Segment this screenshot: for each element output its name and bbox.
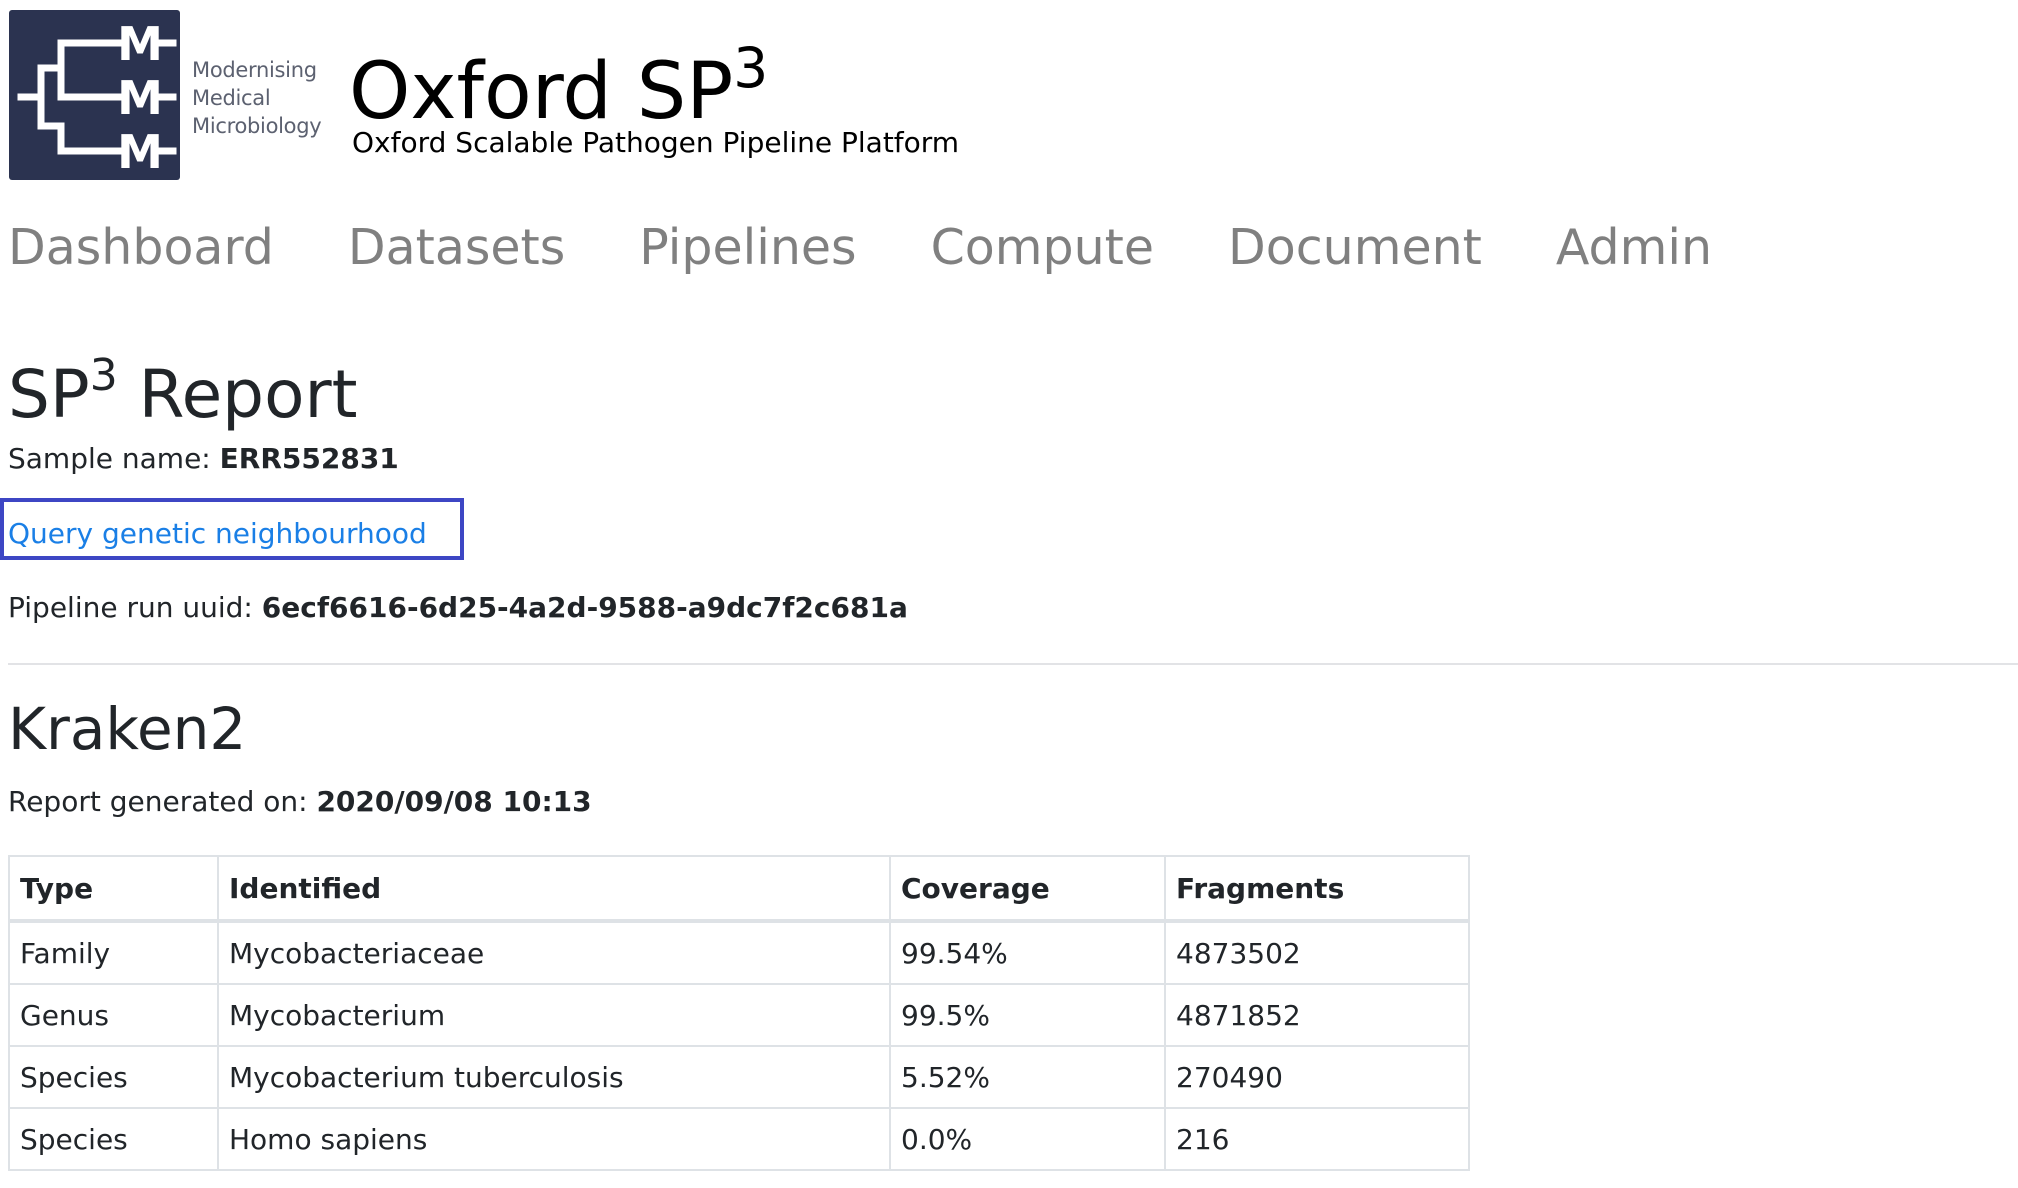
nav-admin[interactable]: Admin xyxy=(1556,218,1712,278)
section-divider xyxy=(8,663,2018,665)
report-generated-line: Report generated on: 2020/09/08 10:13 xyxy=(8,784,592,820)
site-title-sup: 3 xyxy=(733,36,769,100)
table-row: Species Homo sapiens 0.0% 216 xyxy=(8,1107,1470,1171)
cell-identified: Mycobacterium xyxy=(217,983,891,1047)
cell-fragments: 4871852 xyxy=(1164,983,1470,1047)
report-generated-value: 2020/09/08 10:13 xyxy=(316,785,592,818)
report-title-main: SP xyxy=(8,356,90,433)
logo-letter-m-1: M xyxy=(117,17,163,71)
cell-type: Species xyxy=(8,1107,219,1171)
logo-wordmark: Modernising Medical Microbiology xyxy=(192,56,322,140)
report-generated-label: Report generated on: xyxy=(8,785,317,818)
nav-datasets[interactable]: Datasets xyxy=(348,218,565,278)
table-row: Genus Mycobacterium 99.5% 4871852 xyxy=(8,983,1470,1047)
pipeline-uuid-value: 6ecf6616-6d25-4a2d-9588-a9dc7f2c681a xyxy=(261,591,908,624)
mmm-logo-mark: M M M xyxy=(17,17,177,179)
logo-letter-m-2: M xyxy=(117,71,163,125)
logo-line-2: Medical xyxy=(192,86,271,110)
cell-fragments: 216 xyxy=(1164,1107,1470,1171)
query-genetic-neighbourhood-link[interactable]: Query genetic neighbourhood xyxy=(8,516,427,552)
pipeline-uuid-line: Pipeline run uuid: 6ecf6616-6d25-4a2d-95… xyxy=(8,590,908,626)
report-title-rest: Report xyxy=(117,356,358,433)
cell-coverage: 5.52% xyxy=(889,1045,1166,1109)
column-header-type: Type xyxy=(8,855,219,923)
report-title: SP3 Report xyxy=(8,340,357,435)
nav-compute[interactable]: Compute xyxy=(931,218,1154,278)
sample-name-line: Sample name: ERR552831 xyxy=(8,441,399,477)
cell-identified: Homo sapiens xyxy=(217,1107,891,1171)
report-title-sup: 3 xyxy=(89,350,118,401)
cell-coverage: 99.54% xyxy=(889,920,1166,985)
cell-coverage: 0.0% xyxy=(889,1107,1166,1171)
table-row: Family Mycobacteriaceae 99.54% 4873502 xyxy=(8,920,1470,985)
kraken2-title: Kraken2 xyxy=(8,695,247,763)
sample-name-value: ERR552831 xyxy=(219,442,399,475)
site-title: Oxford SP3 xyxy=(349,22,768,142)
nav-pipelines[interactable]: Pipelines xyxy=(639,218,856,278)
kraken2-table: Type Identified Coverage Fragments Famil… xyxy=(8,855,1470,1171)
logo-line-1: Modernising xyxy=(192,58,317,82)
table-row: Species Mycobacterium tuberculosis 5.52%… xyxy=(8,1045,1470,1109)
table-header-row: Type Identified Coverage Fragments xyxy=(8,855,1470,923)
mmm-logo: M M M xyxy=(9,10,180,180)
logo-line-3: Microbiology xyxy=(192,114,322,138)
cell-fragments: 270490 xyxy=(1164,1045,1470,1109)
cell-identified: Mycobacterium tuberculosis xyxy=(217,1045,891,1109)
site-title-main: Oxford SP xyxy=(349,47,734,137)
pipeline-uuid-label: Pipeline run uuid: xyxy=(8,591,262,624)
cell-type: Family xyxy=(8,920,219,985)
nav-document[interactable]: Document xyxy=(1228,218,1482,278)
cell-identified: Mycobacteriaceae xyxy=(217,920,891,985)
site-subtitle: Oxford Scalable Pathogen Pipeline Platfo… xyxy=(352,126,960,159)
logo-letter-m-3: M xyxy=(117,125,163,179)
cell-type: Genus xyxy=(8,983,219,1047)
cell-fragments: 4873502 xyxy=(1164,920,1470,985)
column-header-fragments: Fragments xyxy=(1164,855,1470,923)
nav-dashboard[interactable]: Dashboard xyxy=(8,218,274,278)
column-header-coverage: Coverage xyxy=(889,855,1166,923)
column-header-identified: Identified xyxy=(217,855,891,923)
sample-name-label: Sample name: xyxy=(8,442,220,475)
cell-type: Species xyxy=(8,1045,219,1109)
main-nav: Dashboard Datasets Pipelines Compute Doc… xyxy=(8,218,1786,278)
cell-coverage: 99.5% xyxy=(889,983,1166,1047)
